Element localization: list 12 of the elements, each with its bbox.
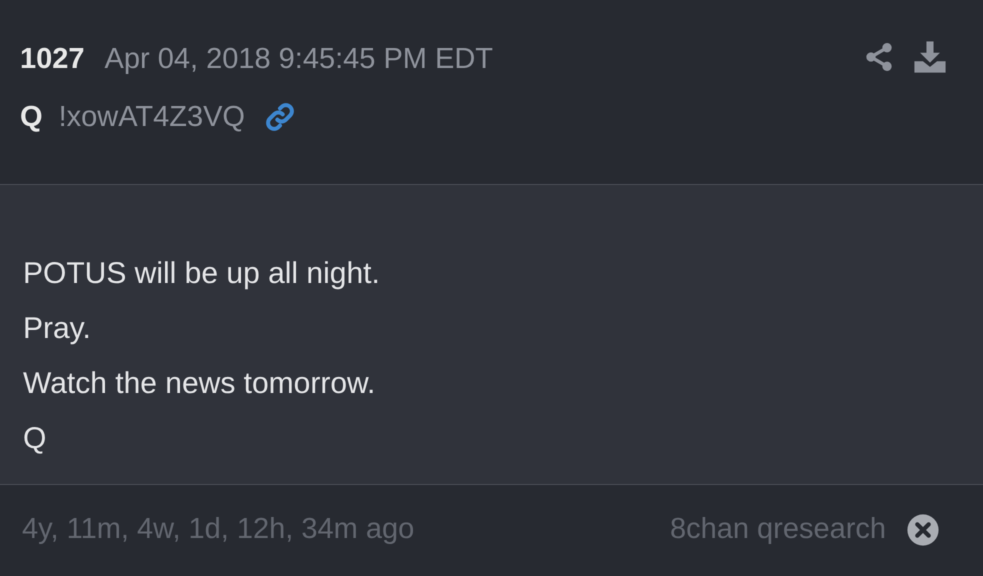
close-icon[interactable]	[906, 513, 940, 547]
source-label: 8chan qresearch	[670, 512, 886, 548]
post-text-line: Watch the news tomorrow.	[23, 366, 376, 402]
download-icon[interactable]	[913, 40, 947, 74]
post-text-line: Pray.	[23, 311, 92, 347]
post-number: 1027	[20, 42, 85, 77]
post-age: 4y, 11m, 4w, 1d, 12h, 34m ago	[22, 512, 414, 548]
post-text-line: POTUS will be up all night.	[23, 256, 381, 292]
tripcode: !xowAT4Z3VQ	[58, 100, 245, 134]
author-name: Q	[20, 100, 43, 134]
post-timestamp: Apr 04, 2018 9:45:45 PM EDT	[104, 42, 494, 77]
post-text-line: Q	[23, 421, 48, 457]
